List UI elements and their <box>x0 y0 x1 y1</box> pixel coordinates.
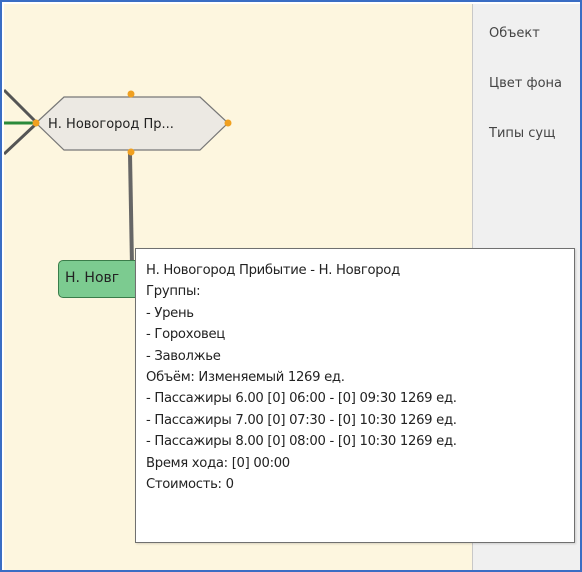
handle-right <box>224 119 232 127</box>
tooltip-passenger-item: - Пассажиры 6.00 [0] 06:00 - [0] 09:30 1… <box>146 391 457 407</box>
tooltip-passenger-item: - Пассажиры 8.00 [0] 08:00 - [0] 10:30 1… <box>146 434 457 450</box>
rect-node-label: Н. Новг <box>65 270 120 286</box>
window-frame: Н. Новогород Пр... Н. Новг Объект Цвет ф… <box>0 0 582 572</box>
tooltip-cost: Стоимость: 0 <box>146 477 234 493</box>
edge-incoming-lower <box>4 122 38 156</box>
tooltip-groups-header: Группы: <box>146 284 201 300</box>
handle-left <box>32 119 40 127</box>
tooltip-group-item: - Урень <box>146 305 194 321</box>
edge-vertical <box>128 153 134 267</box>
handle-bottom <box>127 148 135 156</box>
tooltip-group-item: - Заволжье <box>146 348 221 364</box>
tooltip-volume: Объём: Изменяемый 1269 ед. <box>146 370 345 386</box>
tooltip-passenger-item: - Пассажиры 7.00 [0] 07:30 - [0] 10:30 1… <box>146 412 457 428</box>
object-label: Объект <box>489 26 540 41</box>
hex-node-label: Н. Новогород Пр... <box>48 117 174 132</box>
tooltip-group-item: - Гороховец <box>146 327 225 343</box>
tooltip-travel-time: Время хода: [0] 00:00 <box>146 455 290 471</box>
edge-incoming-upper <box>4 88 38 124</box>
entity-types-label: Типы сущ <box>489 126 556 141</box>
edge-tooltip: Н. Новогород Прибытие - Н. Новгород Груп… <box>135 248 575 543</box>
tooltip-title: Н. Новогород Прибытие - Н. Новгород <box>146 263 400 278</box>
bg-color-label: Цвет фона <box>489 76 562 91</box>
handle-top <box>127 90 135 98</box>
